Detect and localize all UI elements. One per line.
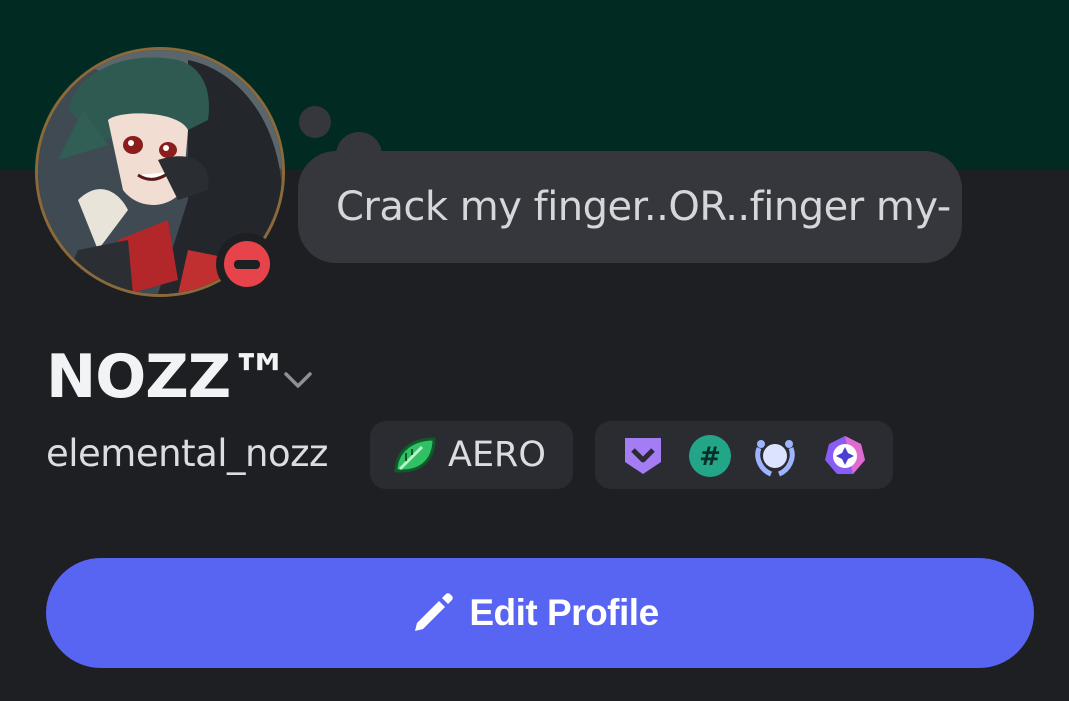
purple-crystal-badge-icon[interactable]	[823, 434, 867, 478]
green-leaf-icon	[394, 437, 436, 473]
pencil-icon	[415, 593, 454, 631]
edit-profile-button[interactable]: Edit Profile	[46, 558, 1034, 668]
custom-status-bubble[interactable]: Crack my finger..OR..finger my-	[298, 151, 962, 263]
thought-bubble-dot-small	[299, 106, 331, 138]
do-not-disturb-icon	[224, 241, 270, 287]
guild-tag[interactable]: AERO	[370, 421, 573, 489]
chevron-down-icon[interactable]	[282, 366, 314, 394]
edit-profile-label: Edit Profile	[469, 592, 659, 633]
status-indicator	[216, 233, 278, 295]
green-hashtag-badge-icon[interactable]: #	[688, 434, 732, 478]
badges-container: #	[595, 421, 893, 489]
blue-laurel-badge-icon[interactable]	[753, 434, 797, 478]
purple-chevron-shield-badge-icon[interactable]	[621, 434, 665, 478]
guild-tag-label: AERO	[448, 435, 546, 475]
username: elemental_nozz	[46, 432, 328, 475]
svg-text:#: #	[699, 442, 721, 472]
display-name: NOZZ™	[46, 342, 290, 412]
